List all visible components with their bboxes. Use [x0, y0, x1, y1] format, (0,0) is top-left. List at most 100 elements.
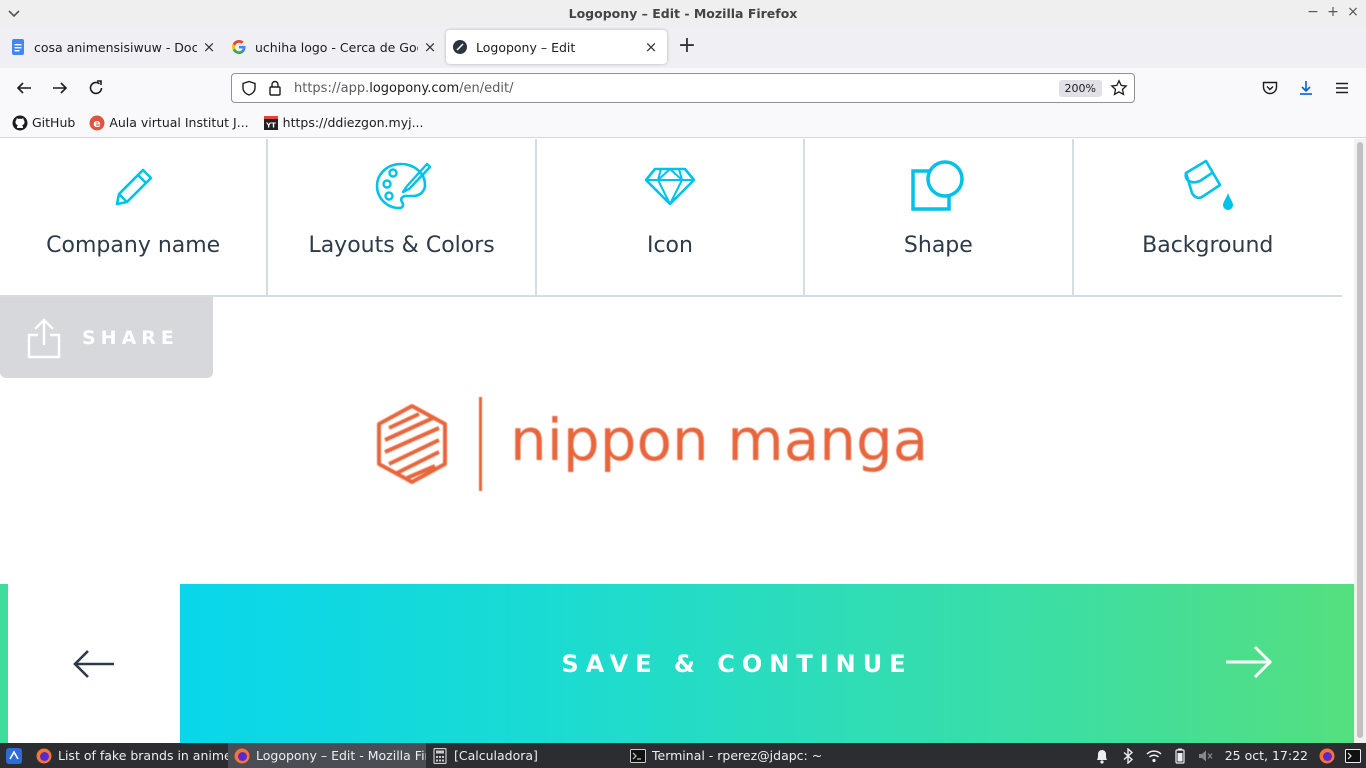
shield-icon[interactable]	[240, 79, 258, 97]
bluetooth-icon[interactable]	[1119, 747, 1137, 765]
hamburger-menu-icon[interactable]	[1330, 76, 1354, 100]
url-host: logopony.com	[369, 80, 460, 96]
tool-label: Background	[1142, 233, 1274, 258]
tab-docs[interactable]: cosa animensisiwuw - Docum ×	[4, 30, 225, 64]
url-bar[interactable]: https://app.logopony.com/en/edit/ 200%	[231, 73, 1135, 103]
system-tray: 25 oct, 17:22	[1089, 743, 1366, 768]
terminal-icon	[630, 748, 646, 764]
scrollbar-thumb[interactable]	[1357, 142, 1363, 738]
back-button[interactable]	[8, 584, 180, 743]
shape-icon	[908, 159, 968, 213]
tab-logopony[interactable]: Logopony – Edit ×	[446, 30, 667, 64]
github-icon	[12, 115, 28, 131]
taskbar-item[interactable]: Terminal - rperez@jdapc: ~/...	[624, 743, 822, 768]
bottom-action-bar: SAVE & CONTINUE	[0, 584, 1354, 743]
hexagon-stripes-icon	[377, 404, 447, 484]
pocket-icon[interactable]	[1258, 76, 1282, 100]
share-label: SHARE	[82, 326, 179, 349]
bookmark-label: GitHub	[32, 115, 76, 130]
firefox-icon	[234, 748, 250, 764]
google-icon	[231, 39, 247, 55]
window-title: Logopony – Edit - Mozilla Firefox	[568, 5, 798, 21]
bookmark-ddiezgon[interactable]: YT https://ddiezgon.myj...	[263, 115, 424, 131]
editor-tool-strip: Company name Layouts & Colors Icon Shape…	[0, 139, 1342, 297]
logo-divider	[479, 397, 482, 491]
tool-layouts-colors[interactable]: Layouts & Colors	[268, 139, 537, 295]
bookmark-github[interactable]: GitHub	[12, 115, 75, 131]
tool-background[interactable]: Background	[1074, 139, 1342, 295]
left-accent-strip	[0, 584, 8, 743]
bookmark-label: https://ddiezgon.myj...	[282, 115, 424, 130]
pencil-icon	[103, 159, 163, 213]
zoom-indicator[interactable]: 200%	[1058, 79, 1102, 97]
notification-bell-icon[interactable]	[1093, 747, 1111, 765]
page-content: Company name Layouts & Colors Icon Shape…	[0, 139, 1354, 743]
navigation-toolbar: https://app.logopony.com/en/edit/ 200%	[0, 68, 1366, 108]
save-continue-button[interactable]: SAVE & CONTINUE	[180, 584, 1354, 743]
page-scrollbar[interactable]	[1354, 139, 1366, 743]
logo-company-name: nippon manga	[510, 406, 929, 474]
bookmarks-toolbar: GitHub e Aula virtual Institut J... YT h…	[0, 108, 1366, 138]
volume-muted-icon[interactable]	[1197, 747, 1215, 765]
window-menu-chevron-icon[interactable]	[6, 5, 22, 21]
share-icon	[27, 317, 61, 358]
palette-icon	[372, 159, 432, 213]
lock-icon[interactable]	[266, 79, 284, 97]
reload-icon[interactable]	[84, 76, 108, 100]
taskbar-item-label: Terminal - rperez@jdapc: ~/...	[652, 748, 822, 763]
back-icon[interactable]	[12, 76, 36, 100]
taskbar-item-label: List of fake brands in anime ...	[58, 748, 228, 763]
start-menu-icon	[6, 747, 22, 764]
wifi-icon[interactable]	[1145, 747, 1163, 765]
bookmark-label: Aula virtual Institut J...	[109, 115, 249, 130]
arrow-right-icon	[1226, 645, 1273, 679]
close-tab-icon[interactable]: ×	[643, 39, 659, 55]
taskbar-item[interactable]: Logopony – Edit - Mozilla Fir...	[228, 743, 426, 768]
moodle-icon: e	[89, 115, 105, 131]
minimize-icon[interactable]: −	[1305, 4, 1321, 20]
yt-icon: YT	[263, 115, 279, 131]
terminal-icon[interactable]	[1344, 747, 1362, 765]
paint-bucket-icon	[1178, 159, 1238, 213]
firefox-icon	[36, 748, 52, 764]
tool-label: Shape	[903, 233, 973, 258]
taskbar-item[interactable]: [Calculadora]	[426, 743, 624, 768]
start-menu-button[interactable]	[0, 743, 30, 768]
url-prefix: https://app.	[294, 80, 370, 96]
url-text[interactable]: https://app.logopony.com/en/edit/	[294, 81, 1059, 96]
tab-google[interactable]: uchiha logo - Cerca de Google ×	[225, 30, 446, 64]
tool-label: Company name	[46, 233, 221, 258]
share-button[interactable]: SHARE	[0, 297, 213, 378]
battery-icon[interactable]	[1171, 747, 1189, 765]
close-window-icon[interactable]: ×	[1345, 4, 1361, 20]
bookmark-star-icon[interactable]	[1110, 79, 1128, 97]
tool-shape[interactable]: Shape	[805, 139, 1074, 295]
save-continue-label: SAVE & CONTINUE	[561, 649, 913, 678]
taskbar-item-label: Logopony – Edit - Mozilla Fir...	[256, 748, 426, 763]
clock[interactable]: 25 oct, 17:22	[1225, 748, 1308, 763]
os-taskbar: List of fake brands in anime ... Logopon…	[0, 743, 1366, 768]
close-tab-icon[interactable]: ×	[422, 39, 438, 55]
tool-company-name[interactable]: Company name	[0, 139, 269, 295]
new-tab-icon[interactable]: +	[671, 31, 703, 63]
close-tab-icon[interactable]: ×	[201, 39, 217, 55]
downloads-icon[interactable]	[1294, 76, 1318, 100]
url-path: /en/edit/	[459, 80, 514, 96]
tab-strip: cosa animensisiwuw - Docum × uchiha logo…	[0, 26, 1366, 68]
tool-icon[interactable]: Icon	[537, 139, 806, 295]
calculator-icon	[432, 747, 448, 764]
window-titlebar: Logopony – Edit - Mozilla Firefox − + ×	[0, 0, 1366, 26]
logo-preview: nippon manga	[375, 394, 985, 494]
tab-label: uchiha logo - Cerca de Google	[255, 39, 418, 55]
google-docs-icon	[10, 39, 26, 55]
forward-icon[interactable]	[48, 76, 72, 100]
tool-label: Layouts & Colors	[308, 233, 495, 258]
svg-text:e: e	[94, 117, 101, 130]
taskbar-item[interactable]: List of fake brands in anime ...	[30, 743, 228, 768]
tab-label: Logopony – Edit	[476, 39, 576, 55]
svg-text:YT: YT	[265, 121, 276, 129]
bookmark-aula-virtual[interactable]: e Aula virtual Institut J...	[89, 115, 249, 131]
firefox-icon[interactable]	[1318, 747, 1336, 765]
tool-label: Icon	[646, 233, 693, 258]
maximize-icon[interactable]: +	[1325, 4, 1341, 20]
